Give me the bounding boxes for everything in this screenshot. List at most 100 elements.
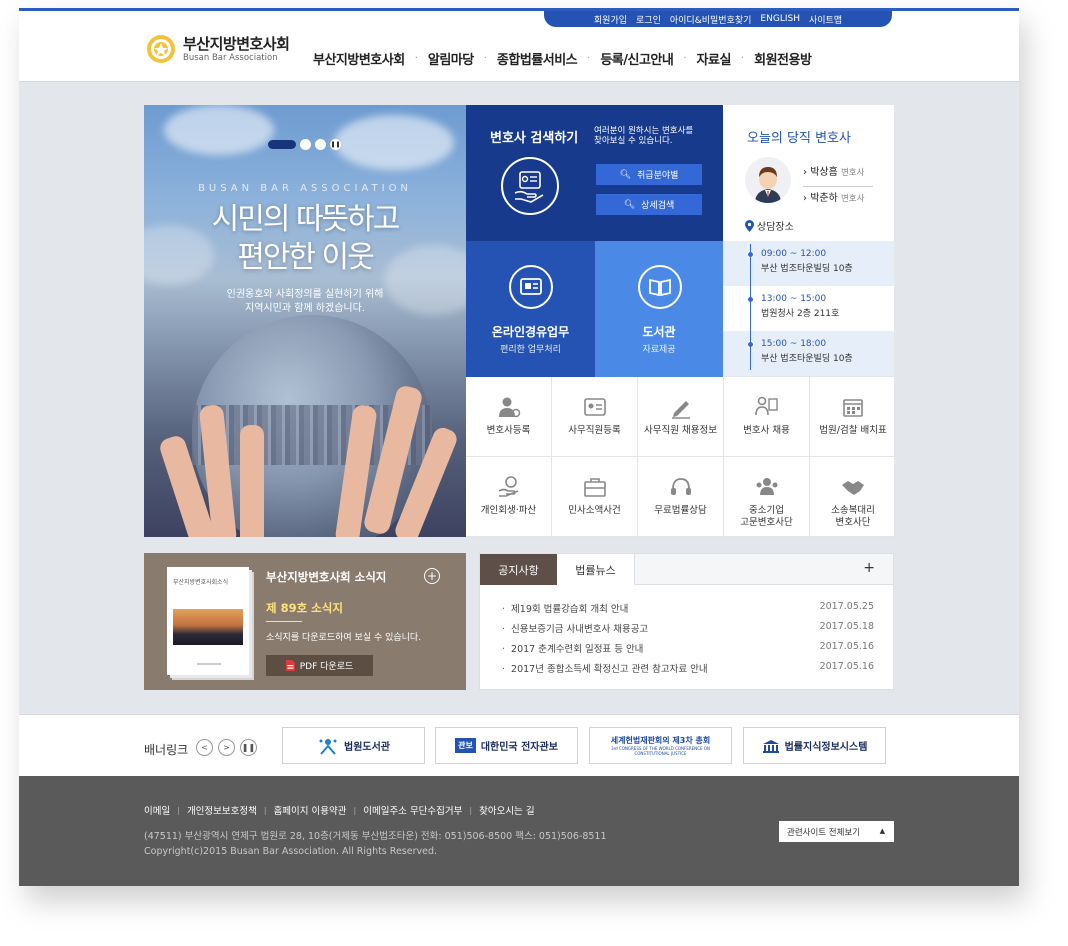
pager-active[interactable] [268,140,296,149]
banner-wccj-label: 세계헌법재판회의 제3차 총회 [610,736,711,745]
caret-up-icon: ▲ [879,827,885,835]
pause-icon[interactable]: ❚❚ [240,739,257,756]
util-join[interactable]: 회원가입 [594,13,627,26]
footer-separator: | [353,805,357,815]
duty-lawyer-1[interactable]: › 박상흠 변호사 [803,163,864,178]
newsletter-issue[interactable]: 제 89호 소식지 [266,600,343,616]
notice-date: 2017.05.16 [819,661,874,672]
util-english[interactable]: ENGLISH [760,14,800,24]
notice-item[interactable]: · 신용보증기금 사내변호사 채용공고 2017.05.18 [502,621,874,635]
footer-link-directions[interactable]: 찾아오시는 길 [479,803,534,817]
duty-lawyer-2[interactable]: › 박춘하 변호사 [803,189,864,204]
utility-nav: 회원가입 로그인 아이디&비밀번호찾기 ENGLISH 사이트맵 [544,11,892,27]
util-sitemap[interactable]: 사이트맵 [809,13,842,26]
notice-item[interactable]: · 2017년 종합소득세 확정신고 관련 참고자료 안내 2017.05.16 [502,661,874,675]
notice-title: 2017년 종합소득세 확정신고 관련 참고자료 안내 [511,664,708,675]
quick-litigation-proxy[interactable]: 소송복대리 변호사단 [810,457,896,537]
quick-staff-registration[interactable]: 사무직원등록 [552,377,638,457]
tab-notice[interactable]: 공지사항 [480,554,557,585]
footer-link-privacy[interactable]: 개인정보보호정책 [187,803,257,817]
footer-link-terms[interactable]: 홈페이지 이용약관 [274,803,347,817]
banner-links: 배너링크 < > ❚❚ 법원도서관 관보 대한민국 전자관보 세계헌법재판회의 … [19,714,1019,776]
page: 회원가입 로그인 아이디&비밀번호찾기 ENGLISH 사이트맵 부산지방변호사… [19,8,1019,886]
quick-lawyer-registration[interactable]: 변호사등록 [466,377,552,457]
online-service-tile[interactable]: 온라인경유업무 편리한 업무처리 [466,241,595,377]
newsletter-cover[interactable]: 부산지방변호사회소식 [167,567,249,675]
banner-label: 배너링크 [144,743,189,757]
newsletter-cover-title: 부산지방변호사회소식 [173,579,229,586]
court-library-logo-icon [319,738,337,755]
chevron-left-icon[interactable]: < [196,739,213,756]
quick-staff-jobs[interactable]: 사무직원 채용정보 [638,377,724,457]
quick-sme-advisory[interactable]: 중소기업 고문변호사단 [724,457,810,537]
banner-wccj[interactable]: 세계헌법재판회의 제3차 총회 3rd CONGRESS OF THE WORL… [589,727,732,764]
lawyer-id-card-icon[interactable] [501,157,559,215]
schedule-slot: 15:00 ~ 18:00 부산 법조타운빌딩 10층 [723,331,894,376]
plus-icon[interactable]: + [424,568,440,584]
footer-links: 이메일 | 개인정보보호정책 | 홈페이지 이용약관 | 이메일주소 무단수집거… [144,803,535,818]
hero-banner[interactable]: ❚❚ BUSAN BAR ASSOCIATION 시민의 따뜻하고 편안한 이웃… [144,105,466,537]
logo-english: Busan Bar Association [183,52,278,63]
duty-lawyer-1-role: 변호사 [840,168,865,178]
quick-label: 사무직원등록 [568,425,621,436]
banner-court-library[interactable]: 법원도서관 [282,727,425,764]
util-find-account[interactable]: 아이디&비밀번호찾기 [670,13,752,26]
notice-tabs: 공지사항 법률뉴스 + [480,554,893,585]
pager-dot[interactable] [300,139,311,150]
hero-subtitle: 인권옹호와 사회정의를 실현하기 위해 지역시민과 함께 하겠습니다. [144,288,466,316]
banner-wccj-sub: 3rd CONGRESS OF THE WORLD CONFERENCE ON … [611,746,710,756]
library-tile[interactable]: 도서관 자료제공 [595,241,723,377]
notice-item[interactable]: · 제19회 법률강습회 개최 안내 2017.05.25 [502,601,874,615]
lawyer-avatar [745,157,791,203]
search-by-field-label: 취급분야별 [637,171,679,181]
banner-gazette[interactable]: 관보 대한민국 전자관보 [435,727,578,764]
duty-lawyer-1-name: 박상흠 [810,167,838,178]
quick-label: 법원/검찰 배치표 [819,425,887,436]
site-logo[interactable]: 부산지방변호사회 Busan Bar Association [145,33,290,65]
headset-icon [670,478,691,495]
notice-item[interactable]: · 2017 춘계수련회 일정표 등 안내 2017.05.16 [502,641,874,655]
search-by-field-button[interactable]: 🔍︎ 취급분야별 [596,164,702,185]
notice-date: 2017.05.18 [819,621,874,632]
quick-lawyer-jobs[interactable]: 변호사 채용 [724,377,810,457]
quick-free-consult[interactable]: 무료법률상담 [638,457,724,537]
quick-small-claims[interactable]: 민사소액사건 [552,457,638,537]
tab-legal-news[interactable]: 법률뉴스 [557,554,635,585]
pdf-download-button[interactable]: PDF 다운로드 [266,655,373,676]
notice-board: 공지사항 법률뉴스 + · 제19회 법률강습회 개최 안내 2017.05.25 … [479,553,894,690]
logo-korean: 부산지방변호사회 [183,34,290,53]
quick-court-schedule[interactable]: 법원/검찰 배치표 [810,377,896,457]
nav-notice[interactable]: 알림마당 [428,49,474,68]
util-login[interactable]: 로그인 [636,13,661,26]
nav-members[interactable]: 회원전용방 [754,49,812,68]
nav-registration[interactable]: 등록/신고안내 [600,49,674,68]
person-add-icon [498,397,520,418]
more-plus-icon[interactable]: + [863,560,875,576]
footer-link-email-refusal[interactable]: 이메일주소 무단수집거부 [363,803,462,817]
slot-place: 부산 법조타운빌딩 10층 [761,354,853,364]
quick-menu-grid: 변호사등록 사무직원등록 사무직원 채용정보 변호사 채용 법원/검찰 배치표 … [466,377,896,537]
nav-separator: · [683,53,687,64]
quick-bankruptcy[interactable]: 개인회생·파산 [466,457,552,537]
quick-label: 소송복대리 변호사단 [831,505,875,529]
banner-legal-info[interactable]: 법률지식정보시스템 [743,727,886,764]
lawyer-search-desc: 여러분이 원하시는 변호사를 찾아보실 수 있습니다. [594,126,693,146]
newsletter-panel: 부산지방변호사회소식 부산지방변호사회 소식지 + 제 89호 소식지 소식지를… [144,553,466,690]
nav-legal-service[interactable]: 종합법률서비스 [497,49,578,68]
duty-lawyer-panel: 오늘의 당직 변호사 › 박상흠 변호사 › 박춘하 변호사 상담장소 [723,105,894,241]
online-service-sub: 편리한 업무처리 [500,345,561,355]
banner-legal-info-label: 법률지식정보시스템 [784,742,868,753]
pdf-file-icon [285,660,295,671]
related-sites-select[interactable]: 관련사이트 전체보기 ▲ [779,821,894,842]
pager-dot[interactable] [315,139,326,150]
detail-search-button[interactable]: 🔍︎ 상세검색 [596,194,702,215]
nav-association[interactable]: 부산지방변호사회 [313,49,405,68]
nav-archive[interactable]: 자료실 [697,49,732,68]
chevron-right-icon[interactable]: > [218,739,235,756]
hero-tagline: BUSAN BAR ASSOCIATION [198,183,412,194]
timeline-line [750,244,751,370]
slot-time: 09:00 ~ 12:00 [761,249,827,259]
pause-icon[interactable]: ❚❚ [330,139,341,150]
footer-link-email[interactable]: 이메일 [144,803,170,817]
nav-separator: · [483,53,487,64]
